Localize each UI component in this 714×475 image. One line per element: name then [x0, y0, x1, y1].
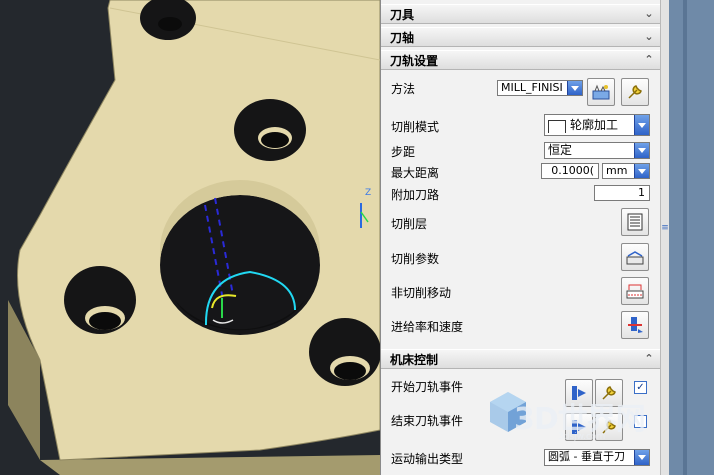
max-distance-label: 最大距离	[391, 166, 440, 180]
events-list-icon	[572, 386, 586, 400]
feeds-speeds-icon	[628, 317, 643, 333]
chevron-down-icon[interactable]	[634, 450, 649, 465]
chevron-up-icon[interactable]: ⌃	[641, 351, 657, 367]
section-header-machine-control[interactable]: 机床控制 ⌃	[381, 349, 661, 369]
panel-splitter[interactable]: ≡	[660, 0, 669, 475]
cut-levels-icon	[627, 213, 643, 231]
cutting-params-button[interactable]	[621, 243, 649, 271]
end-events-label: 结束刀轨事件	[391, 414, 464, 428]
non-cutting-moves-icon	[626, 284, 644, 299]
section-title-machine-control: 机床控制	[390, 353, 439, 367]
end-events-checkbox[interactable]	[634, 415, 647, 428]
cut-pattern-label: 切削模式	[391, 120, 440, 134]
chevron-down-icon[interactable]: ⌄	[641, 29, 657, 45]
chevron-down-icon[interactable]: ⌄	[641, 6, 657, 22]
stepover-value: 恒定	[548, 143, 573, 157]
max-distance-unit-value: mm	[606, 164, 628, 177]
cutting-params-label: 切削参数	[391, 252, 440, 266]
wrench-icon	[628, 85, 642, 99]
z-axis-label: Z	[365, 188, 372, 198]
non-cutting-moves-button[interactable]	[621, 277, 649, 305]
start-events-edit-button[interactable]	[595, 379, 623, 407]
max-distance-unit-select[interactable]: mm	[602, 163, 650, 179]
grip-icon[interactable]: ≡	[661, 220, 669, 236]
cut-pattern-select[interactable]: 轮廓加工	[544, 114, 650, 136]
chevron-down-icon[interactable]	[634, 164, 649, 178]
start-events-copy-button[interactable]	[565, 379, 593, 407]
section-header-tool[interactable]: 刀具 ⌄	[381, 4, 661, 24]
create-method-icon	[592, 84, 610, 100]
max-distance-input[interactable]: 0.1000(	[541, 163, 599, 179]
method-select-value: MILL_FINISI	[501, 81, 563, 94]
cutting-params-icon	[626, 251, 644, 265]
section-title-path-settings: 刀轨设置	[390, 54, 439, 68]
cut-levels-button[interactable]	[621, 208, 649, 236]
method-select[interactable]: MILL_FINISI	[497, 80, 583, 96]
start-events-checkbox[interactable]: ✓	[634, 381, 647, 394]
chevron-down-icon[interactable]	[567, 81, 582, 95]
graphics-viewport[interactable]: Z	[0, 0, 380, 475]
feeds-speeds-label: 进给率和速度	[391, 320, 464, 334]
motion-output-label: 运动输出类型	[391, 452, 464, 466]
chevron-up-icon[interactable]: ⌃	[641, 52, 657, 68]
resource-bar-divider	[683, 0, 687, 475]
additional-passes-label: 附加刀路	[391, 188, 440, 202]
resource-bar	[669, 0, 714, 475]
contour-pattern-icon	[548, 119, 566, 133]
feeds-speeds-button[interactable]	[621, 311, 649, 339]
part-model	[8, 0, 380, 475]
section-header-axis[interactable]: 刀轴 ⌄	[381, 27, 661, 47]
edit-method-button[interactable]	[621, 78, 649, 106]
method-label: 方法	[391, 82, 416, 96]
motion-output-select[interactable]: 圆弧 - 垂直于刀	[544, 449, 650, 466]
section-title-tool: 刀具	[390, 8, 415, 22]
cut-pattern-value: 轮廓加工	[570, 118, 619, 132]
stepover-select[interactable]: 恒定	[544, 142, 650, 159]
start-events-label: 开始刀轨事件	[391, 380, 464, 394]
stepover-label: 步距	[391, 145, 416, 159]
section-title-axis: 刀轴	[390, 31, 415, 45]
cut-levels-label: 切削层	[391, 217, 428, 231]
additional-passes-input[interactable]: 1	[594, 185, 650, 201]
operation-dialog: 刀具 ⌄ 刀轴 ⌄ 刀轨设置 ⌃ 方法 MILL_FINISI 切削模式 轮廓加…	[380, 0, 661, 475]
events-list-icon	[572, 420, 586, 434]
wrench-icon	[602, 386, 616, 400]
wrench-icon	[602, 420, 616, 434]
chevron-down-icon[interactable]	[634, 115, 649, 135]
create-method-button[interactable]	[587, 78, 615, 106]
non-cutting-moves-label: 非切削移动	[391, 286, 452, 300]
end-events-edit-button[interactable]	[595, 413, 623, 441]
section-header-path-settings[interactable]: 刀轨设置 ⌃	[381, 50, 661, 70]
chevron-down-icon[interactable]	[634, 143, 649, 158]
motion-output-value: 圆弧 - 垂直于刀	[548, 450, 625, 463]
end-events-copy-button[interactable]	[565, 413, 593, 441]
